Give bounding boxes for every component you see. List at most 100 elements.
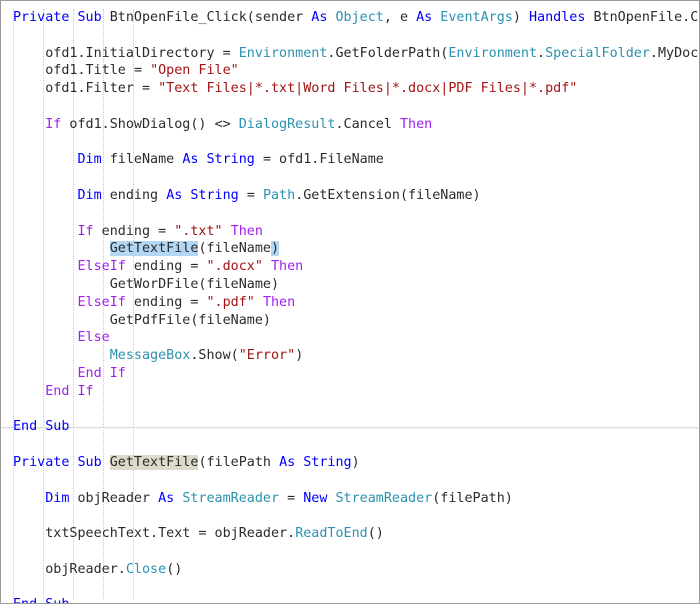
code-token: Dim xyxy=(45,490,70,506)
code-token: "Text Files|*.txt|Word Files|*.docx|PDF … xyxy=(158,81,578,97)
code-line[interactable] xyxy=(1,436,699,454)
code-line[interactable] xyxy=(1,401,699,419)
code-line[interactable]: If ofd1.ShowDialog() <> DialogResult.Can… xyxy=(1,116,699,134)
code-token: ) xyxy=(351,454,360,470)
code-token: = xyxy=(133,63,142,79)
code-token: As xyxy=(182,152,199,168)
code-token: Environment xyxy=(448,45,538,61)
code-line[interactable] xyxy=(1,27,699,45)
code-token: ending xyxy=(125,259,191,275)
code-token: Then xyxy=(262,294,296,310)
code-line[interactable]: MessageBox.Show("Error") xyxy=(1,347,699,365)
code-line[interactable]: Private Sub BtnOpenFile_Click(sender As … xyxy=(1,9,699,27)
code-line[interactable]: ElseIf ending = ".docx" Then xyxy=(1,258,699,276)
code-line[interactable]: Private Sub GetTextFile(filePath As Stri… xyxy=(1,454,699,472)
code-token: (fileName xyxy=(198,241,271,257)
code-line[interactable]: GetTextFile(fileName) xyxy=(1,240,699,258)
code-line[interactable] xyxy=(1,134,699,152)
code-token: StreamReader xyxy=(182,490,280,506)
code-line[interactable]: ofd1.Title = "Open File" xyxy=(1,62,699,80)
code-token: = xyxy=(287,490,296,506)
code-token: ending xyxy=(93,223,159,239)
code-token: ofd1.Title xyxy=(13,63,134,79)
code-token: ) xyxy=(271,241,280,257)
code-line-list[interactable]: Private Sub BtnOpenFile_Click(sender As … xyxy=(1,9,699,603)
code-line[interactable]: ofd1.Filter = "Text Files|*.txt|Word Fil… xyxy=(1,80,699,98)
code-editor-surface[interactable]: Private Sub BtnOpenFile_Click(sender As … xyxy=(1,1,699,603)
code-token: ofd1.FileName xyxy=(271,152,384,168)
code-token: End xyxy=(13,419,38,435)
code-line[interactable]: txtSpeechText.Text = objReader.ReadToEnd… xyxy=(1,525,699,543)
code-line[interactable]: objReader.Close() xyxy=(1,561,699,579)
code-token: GetPdfFile(fileName) xyxy=(13,312,271,328)
code-line[interactable]: End Sub xyxy=(1,596,699,603)
code-token: Object xyxy=(335,10,384,25)
code-token: DialogResult xyxy=(238,116,336,132)
code-token: ) xyxy=(295,348,304,364)
code-token: , e xyxy=(383,10,417,25)
code-token: BtnOpenFile.Click xyxy=(593,10,699,25)
code-token: .GetFolderPath( xyxy=(327,45,449,61)
code-token: As xyxy=(416,10,433,25)
code-token: "Open File" xyxy=(150,63,239,79)
code-token: . xyxy=(537,45,546,61)
code-token: GetTextFile xyxy=(109,454,199,470)
code-token: End If xyxy=(77,365,126,381)
code-token: ending xyxy=(101,187,167,203)
code-token: Sub xyxy=(45,597,69,603)
code-token: ofd1.ShowDialog() xyxy=(61,116,215,132)
code-token: .Cancel xyxy=(335,116,400,132)
code-line[interactable] xyxy=(1,507,699,525)
code-token: = xyxy=(198,526,207,542)
code-line[interactable] xyxy=(1,205,699,223)
code-token: Else xyxy=(77,330,110,346)
code-line[interactable]: ofd1.InitialDirectory = Environment.GetF… xyxy=(1,45,699,63)
code-line[interactable] xyxy=(1,169,699,187)
code-token: objReader. xyxy=(13,561,126,577)
code-line[interactable]: Dim fileName As String = ofd1.FileName xyxy=(1,151,699,169)
code-token: As xyxy=(279,454,296,470)
code-token: .Show( xyxy=(190,348,239,364)
code-line[interactable]: GetPdfFile(fileName) xyxy=(1,312,699,330)
code-token: Path xyxy=(262,187,296,203)
code-line[interactable]: End If xyxy=(1,365,699,383)
code-token: Dim xyxy=(77,152,102,168)
code-line[interactable] xyxy=(1,472,699,490)
code-line[interactable] xyxy=(1,579,699,597)
code-line[interactable]: Dim objReader As StreamReader = New Stre… xyxy=(1,490,699,508)
code-token: fileName xyxy=(101,152,183,168)
code-line[interactable]: End Sub xyxy=(1,418,699,436)
code-line[interactable] xyxy=(1,98,699,116)
code-token: GetWorDFile(fileName) xyxy=(13,276,280,292)
code-token: Private xyxy=(13,10,70,25)
code-line[interactable]: Else xyxy=(1,329,699,347)
code-token: EventArgs xyxy=(440,10,513,25)
code-line[interactable]: GetWorDFile(fileName) xyxy=(1,276,699,294)
code-line[interactable]: Dim ending As String = Path.GetExtension… xyxy=(1,187,699,205)
code-token: Handles xyxy=(528,10,586,25)
code-token: String xyxy=(190,187,239,203)
code-token: SpecialFolder xyxy=(545,45,650,61)
code-token: MessageBox xyxy=(109,348,191,364)
code-line[interactable]: ElseIf ending = ".pdf" Then xyxy=(1,294,699,312)
code-token: End xyxy=(13,597,37,603)
code-line[interactable]: End If xyxy=(1,383,699,401)
code-line[interactable] xyxy=(1,543,699,561)
code-token: .GetExtension(fileName) xyxy=(295,187,481,203)
code-token: "Error" xyxy=(238,348,296,364)
code-token: ) xyxy=(512,10,529,25)
code-token: txtSpeechText.Text xyxy=(13,526,199,542)
code-line[interactable]: If ending = ".txt" Then xyxy=(1,223,699,241)
